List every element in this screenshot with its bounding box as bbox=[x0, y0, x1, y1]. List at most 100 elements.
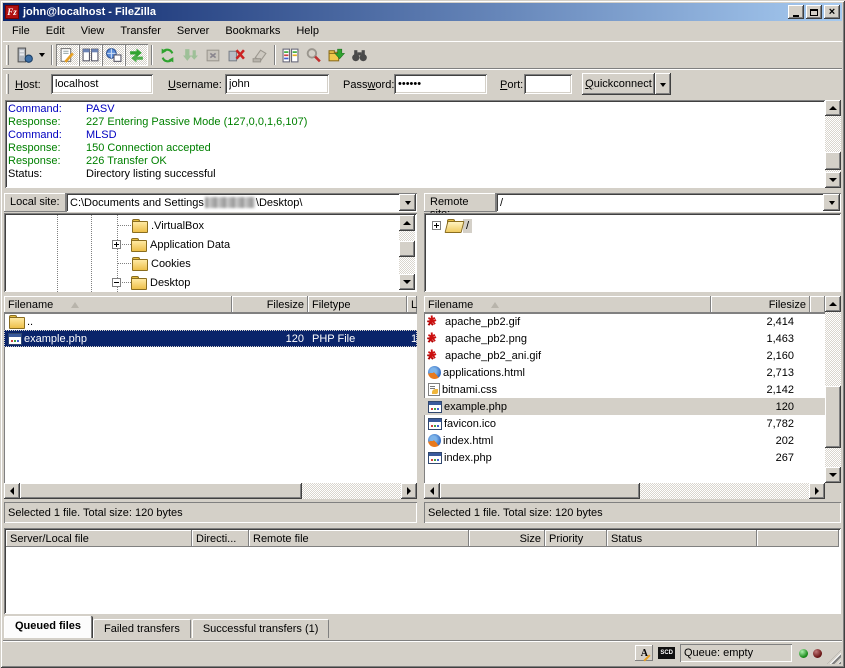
local-path-combobox[interactable]: C:\Documents and Settings\Desktop\ bbox=[66, 193, 417, 212]
scrollbar-thumb[interactable] bbox=[440, 483, 640, 499]
remote-list-vscrollbar[interactable] bbox=[825, 296, 841, 483]
menu-bookmarks[interactable]: Bookmarks bbox=[217, 22, 288, 40]
scroll-up-button[interactable] bbox=[825, 100, 841, 116]
host-input[interactable] bbox=[51, 74, 153, 94]
file-row-parent[interactable]: .. bbox=[4, 313, 417, 330]
scrollbar-thumb[interactable] bbox=[825, 386, 841, 448]
file-row[interactable]: bitnami.css 2,142 bbox=[424, 381, 825, 398]
tab-successful-transfers[interactable]: Successful transfers (1) bbox=[192, 619, 330, 638]
scroll-up-button[interactable] bbox=[825, 296, 841, 312]
username-input[interactable] bbox=[225, 74, 329, 94]
remote-path-combobox[interactable]: / bbox=[496, 193, 841, 212]
column-header-remote-file[interactable]: Remote file bbox=[249, 530, 469, 547]
column-header-server-local-file[interactable]: Server/Local file bbox=[6, 530, 192, 547]
scroll-down-button[interactable] bbox=[825, 172, 841, 188]
titlebar[interactable]: Fz john@localhost - FileZilla × bbox=[3, 3, 842, 21]
column-header-filesize[interactable]: Filesize bbox=[232, 296, 308, 313]
file-row[interactable]: apache_pb2.gif 2,414 bbox=[424, 313, 825, 330]
synchronized-browsing-button[interactable] bbox=[325, 44, 348, 66]
resize-grip[interactable] bbox=[827, 650, 841, 664]
speedlimit-indicator-icon[interactable]: SCD bbox=[658, 647, 675, 659]
menu-edit[interactable]: Edit bbox=[38, 22, 73, 40]
toolbar-grip[interactable] bbox=[6, 45, 9, 65]
scroll-right-button[interactable] bbox=[809, 483, 825, 499]
local-path-dropdown-button[interactable] bbox=[399, 194, 416, 211]
disconnect-button[interactable] bbox=[225, 44, 248, 66]
local-tree-scrollbar[interactable] bbox=[399, 215, 415, 290]
tree-item-root[interactable]: / bbox=[424, 217, 824, 234]
column-header-filesize[interactable]: Filesize bbox=[711, 296, 810, 313]
log-scrollbar[interactable] bbox=[825, 100, 841, 188]
cancel-operation-button[interactable] bbox=[202, 44, 225, 66]
site-manager-button[interactable] bbox=[13, 44, 36, 66]
scroll-up-button[interactable] bbox=[399, 215, 415, 231]
menu-transfer[interactable]: Transfer bbox=[112, 22, 169, 40]
transfer-type-indicator[interactable]: A bbox=[635, 645, 653, 661]
quickconnect-grip[interactable] bbox=[6, 74, 9, 94]
quickconnect-button[interactable]: Quickconnect bbox=[582, 73, 655, 95]
tree-item-virtualbox[interactable]: .VirtualBox bbox=[4, 217, 384, 234]
port-input[interactable] bbox=[524, 74, 572, 94]
toggle-queue-button[interactable] bbox=[125, 44, 148, 66]
remote-list-hscrollbar[interactable] bbox=[424, 483, 825, 499]
refresh-button[interactable] bbox=[156, 44, 179, 66]
tab-queued-files[interactable]: Queued files bbox=[4, 616, 92, 638]
remote-path-dropdown-button[interactable] bbox=[823, 194, 840, 211]
scroll-right-button[interactable] bbox=[401, 483, 417, 499]
password-input[interactable] bbox=[394, 74, 487, 94]
collapse-minus-icon[interactable] bbox=[112, 278, 121, 287]
column-header-filetype[interactable]: Filetype bbox=[308, 296, 407, 313]
scroll-left-button[interactable] bbox=[4, 483, 20, 499]
filename-search-button[interactable] bbox=[302, 44, 325, 66]
menu-server[interactable]: Server bbox=[169, 22, 217, 40]
site-manager-dropdown-button[interactable] bbox=[36, 44, 48, 66]
file-row[interactable]: favicon.ico 7,782 bbox=[424, 415, 825, 432]
expand-plus-icon[interactable] bbox=[112, 240, 121, 249]
scrollbar-thumb[interactable] bbox=[399, 241, 415, 257]
file-row[interactable]: index.php 267 bbox=[424, 449, 825, 466]
scroll-down-button[interactable] bbox=[399, 274, 415, 290]
toggle-remote-tree-button[interactable] bbox=[102, 44, 125, 66]
find-files-button[interactable] bbox=[348, 44, 371, 66]
local-directory-tree[interactable]: .VirtualBox Application Data Cookies Des… bbox=[4, 213, 417, 292]
tree-item-desktop[interactable]: Desktop bbox=[4, 274, 384, 291]
abort-button[interactable] bbox=[248, 44, 271, 66]
column-header-size[interactable]: Size bbox=[469, 530, 545, 547]
file-row[interactable]: apache_pb2.png 1,463 bbox=[424, 330, 825, 347]
scroll-down-button[interactable] bbox=[825, 467, 841, 483]
file-row[interactable]: apache_pb2_ani.gif 2,160 bbox=[424, 347, 825, 364]
column-header-direction[interactable]: Directi... bbox=[192, 530, 249, 547]
menu-help[interactable]: Help bbox=[288, 22, 327, 40]
directory-comparison-button[interactable] bbox=[279, 44, 302, 66]
expand-plus-icon[interactable] bbox=[432, 221, 441, 230]
remote-file-list[interactable]: apache_pb2.gif 2,414 apache_pb2.png 1,46… bbox=[424, 313, 825, 483]
toggle-message-log-button[interactable] bbox=[56, 44, 79, 66]
transfer-queue-panel[interactable]: Server/Local file Directi... Remote file… bbox=[4, 528, 841, 614]
tree-item-cookies[interactable]: Cookies bbox=[4, 255, 384, 272]
menu-file[interactable]: File bbox=[4, 22, 38, 40]
scroll-left-button[interactable] bbox=[424, 483, 440, 499]
tree-item-application-data[interactable]: Application Data bbox=[4, 236, 384, 253]
tab-failed-transfers[interactable]: Failed transfers bbox=[93, 619, 191, 638]
minimize-button[interactable] bbox=[788, 5, 804, 19]
file-row[interactable]: index.html 202 bbox=[424, 432, 825, 449]
scrollbar-thumb[interactable] bbox=[20, 483, 302, 499]
file-row-selected[interactable]: example.php 120 PHP File 1 bbox=[4, 330, 417, 347]
column-header-filename[interactable]: Filename bbox=[4, 296, 232, 313]
remote-directory-tree[interactable]: / bbox=[424, 213, 841, 292]
message-log[interactable]: Command:PASV Response:227 Entering Passi… bbox=[5, 100, 825, 188]
toggle-local-tree-button[interactable] bbox=[79, 44, 102, 66]
local-list-hscrollbar[interactable] bbox=[4, 483, 417, 499]
column-header-status[interactable]: Status bbox=[607, 530, 757, 547]
local-file-list[interactable]: .. example.php 120 PHP File 1 bbox=[4, 313, 417, 483]
column-header-priority[interactable]: Priority bbox=[545, 530, 607, 547]
scrollbar-thumb[interactable] bbox=[825, 152, 841, 170]
file-row-selected[interactable]: example.php 120 bbox=[424, 398, 825, 415]
column-header-lastmodified[interactable]: L bbox=[407, 296, 417, 313]
close-button[interactable]: × bbox=[824, 5, 840, 19]
file-row[interactable]: applications.html 2,713 bbox=[424, 364, 825, 381]
menu-view[interactable]: View bbox=[73, 22, 113, 40]
process-queue-button[interactable] bbox=[179, 44, 202, 66]
column-header-filename[interactable]: Filename bbox=[424, 296, 711, 313]
quickconnect-dropdown-button[interactable] bbox=[655, 73, 671, 95]
